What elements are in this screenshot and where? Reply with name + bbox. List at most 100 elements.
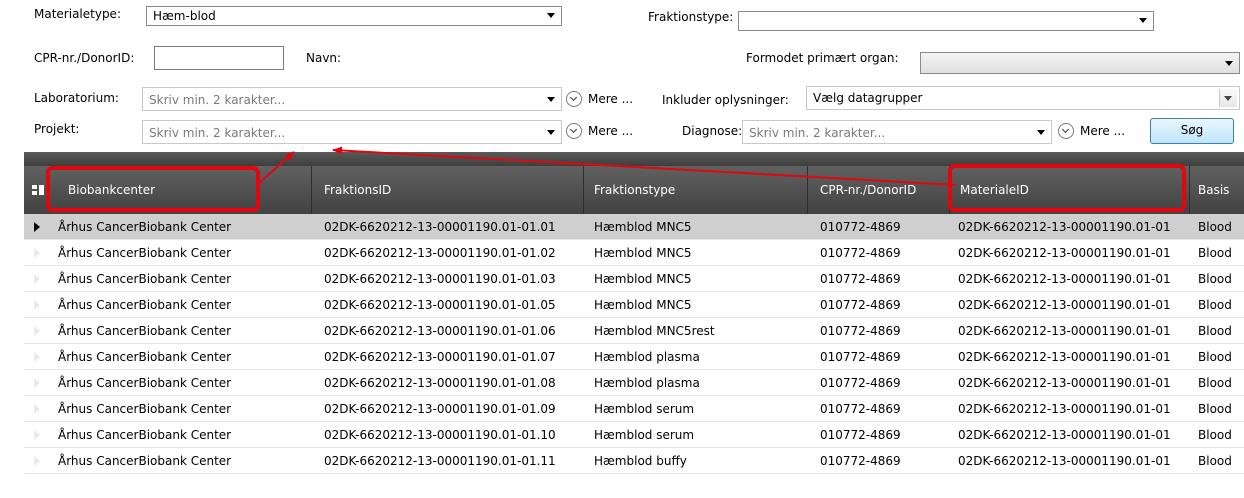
cell-biobankcenter: Århus CancerBiobank Center <box>58 298 232 312</box>
cell-basis: Blood <box>1198 246 1232 260</box>
cell-biobankcenter: Århus CancerBiobank Center <box>58 246 232 260</box>
cell-biobankcenter: Århus CancerBiobank Center <box>58 272 232 286</box>
cell-fraktionstype: Hæmblod serum <box>594 402 695 416</box>
materialetype-label: Materialetype: <box>34 7 121 21</box>
column-header-fraktionsid[interactable]: FraktionsID <box>312 166 584 214</box>
table-row[interactable]: Århus CancerBiobank Center 02DK-6620212-1… <box>24 318 1244 344</box>
diagnose-field[interactable]: Skriv min. 2 karakter... <box>742 120 1052 144</box>
cell-basis: Blood <box>1198 272 1232 286</box>
column-header-fraktionstype[interactable]: Fraktionstype <box>584 166 808 214</box>
cell-cpr: 010772-4869 <box>820 428 901 442</box>
column-header-basis[interactable]: Basis <box>1190 166 1244 214</box>
cell-materialeid: 02DK-6620212-13-00001190.01-01 <box>958 272 1171 286</box>
diagnose-placeholder: Skriv min. 2 karakter... <box>749 126 886 140</box>
cell-materialeid: 02DK-6620212-13-00001190.01-01 <box>958 350 1171 364</box>
cell-basis: Blood <box>1198 454 1232 468</box>
cpr-label: CPR-nr./DonorID: <box>34 51 135 65</box>
cell-cpr: 010772-4869 <box>820 402 901 416</box>
chevron-down-icon <box>1225 61 1233 66</box>
inkluder-value: Vælg datagrupper <box>813 91 923 105</box>
diagnose-label: Diagnose: <box>682 124 743 138</box>
table-row[interactable]: Århus CancerBiobank Center 02DK-6620212-1… <box>24 370 1244 396</box>
cell-fraktionsid: 02DK-6620212-13-00001190.01-01.09 <box>324 402 556 416</box>
chevron-down-icon <box>1037 130 1045 135</box>
navn-label: Navn: <box>306 51 342 65</box>
cell-basis: Blood <box>1198 402 1232 416</box>
chevron-down-icon <box>547 97 555 102</box>
cell-materialeid: 02DK-6620212-13-00001190.01-01 <box>958 376 1171 390</box>
table-row[interactable]: Århus CancerBiobank Center 02DK-6620212-1… <box>24 214 1244 240</box>
column-chooser-icon[interactable] <box>32 184 44 196</box>
materialetype-select[interactable]: Hæm-blod <box>146 6 562 26</box>
cell-basis: Blood <box>1198 376 1232 390</box>
cell-basis: Blood <box>1198 298 1232 312</box>
cell-materialeid: 02DK-6620212-13-00001190.01-01 <box>958 246 1171 260</box>
cell-fraktionstype: Hæmblod MNC5 <box>594 298 692 312</box>
row-indicator-icon <box>34 300 40 310</box>
cell-materialeid: 02DK-6620212-13-00001190.01-01 <box>958 428 1171 442</box>
cell-biobankcenter: Århus CancerBiobank Center <box>58 454 232 468</box>
row-indicator-icon <box>34 222 40 232</box>
formodet-label: Formodet primært organ: <box>746 51 899 65</box>
projekt-more-button[interactable]: Mere ... <box>566 122 646 142</box>
cell-biobankcenter: Århus CancerBiobank Center <box>58 376 232 390</box>
cell-basis: Blood <box>1198 350 1232 364</box>
projekt-placeholder: Skriv min. 2 karakter... <box>149 126 286 140</box>
row-indicator-icon <box>34 274 40 284</box>
table-row[interactable]: Århus CancerBiobank Center 02DK-6620212-1… <box>24 266 1244 292</box>
mere-label: Mere ... <box>588 124 634 138</box>
cell-cpr: 010772-4869 <box>820 376 901 390</box>
chevron-down-circle-icon <box>566 123 582 139</box>
laboratorium-more-button[interactable]: Mere ... <box>566 90 646 110</box>
search-button[interactable]: Søg <box>1150 118 1234 144</box>
cell-biobankcenter: Århus CancerBiobank Center <box>58 220 232 234</box>
inkluder-label: Inkluder oplysninger: <box>662 93 789 107</box>
chevron-down-icon <box>547 13 555 18</box>
table-row[interactable]: Århus CancerBiobank Center 02DK-6620212-1… <box>24 240 1244 266</box>
cell-fraktionsid: 02DK-6620212-13-00001190.01-01.08 <box>324 376 556 390</box>
table-row[interactable]: Århus CancerBiobank Center 02DK-6620212-1… <box>24 448 1244 474</box>
formodet-select[interactable] <box>920 52 1240 74</box>
search-form: Materialetype: Hæm-blod Fraktionstype: C… <box>24 0 1244 152</box>
cell-materialeid: 02DK-6620212-13-00001190.01-01 <box>958 220 1171 234</box>
cell-basis: Blood <box>1198 324 1232 338</box>
cell-fraktionstype: Hæmblod buffy <box>594 454 687 468</box>
column-header-cpr[interactable]: CPR-nr./DonorID <box>808 166 950 214</box>
table-row[interactable]: Århus CancerBiobank Center 02DK-6620212-1… <box>24 396 1244 422</box>
projekt-field[interactable]: Skriv min. 2 karakter... <box>142 120 562 144</box>
projekt-label: Projekt: <box>34 122 80 136</box>
cell-cpr: 010772-4869 <box>820 246 901 260</box>
dropdown-arrow-icon <box>1219 89 1237 107</box>
cell-fraktionstype: Hæmblod MNC5 <box>594 220 692 234</box>
mere-label: Mere ... <box>588 92 634 106</box>
cell-cpr: 010772-4869 <box>820 324 901 338</box>
diagnose-more-button[interactable]: Mere ... <box>1058 122 1138 142</box>
cell-materialeid: 02DK-6620212-13-00001190.01-01 <box>958 454 1171 468</box>
cell-cpr: 010772-4869 <box>820 220 901 234</box>
cell-fraktionstype: Hæmblod MNC5 <box>594 246 692 260</box>
cell-materialeid: 02DK-6620212-13-00001190.01-01 <box>958 298 1171 312</box>
row-indicator-icon <box>34 404 40 414</box>
chevron-down-icon <box>547 130 555 135</box>
cpr-field[interactable] <box>154 46 284 70</box>
fraktionstype-select[interactable] <box>738 11 1154 31</box>
fraktionstype-label: Fraktionstype: <box>648 10 734 24</box>
cell-biobankcenter: Århus CancerBiobank Center <box>58 402 232 416</box>
cell-fraktionstype: Hæmblod plasma <box>594 376 700 390</box>
table-row[interactable]: Århus CancerBiobank Center 02DK-6620212-1… <box>24 344 1244 370</box>
cell-fraktionsid: 02DK-6620212-13-00001190.01-01.02 <box>324 246 556 260</box>
cell-fraktionstype: Hæmblod serum <box>594 428 695 442</box>
cell-biobankcenter: Århus CancerBiobank Center <box>58 350 232 364</box>
cell-fraktionsid: 02DK-6620212-13-00001190.01-01.01 <box>324 220 556 234</box>
materialetype-value: Hæm-blod <box>153 9 216 23</box>
table-row[interactable]: Århus CancerBiobank Center 02DK-6620212-1… <box>24 422 1244 448</box>
chevron-down-circle-icon <box>1058 123 1074 139</box>
row-indicator-icon <box>34 430 40 440</box>
row-indicator-icon <box>34 326 40 336</box>
inkluder-select[interactable]: Vælg datagrupper <box>806 86 1240 110</box>
laboratorium-field[interactable]: Skriv min. 2 karakter... <box>142 87 562 111</box>
cell-fraktionsid: 02DK-6620212-13-00001190.01-01.07 <box>324 350 556 364</box>
cell-cpr: 010772-4869 <box>820 272 901 286</box>
cell-fraktionsid: 02DK-6620212-13-00001190.01-01.05 <box>324 298 556 312</box>
table-row[interactable]: Århus CancerBiobank Center 02DK-6620212-1… <box>24 292 1244 318</box>
